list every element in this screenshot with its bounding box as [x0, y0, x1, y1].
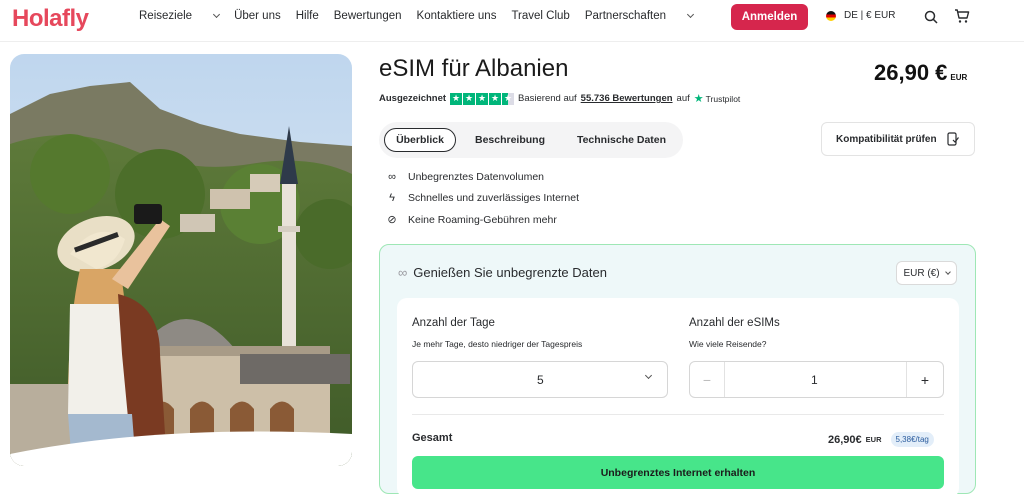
- nav-item-travel-club[interactable]: Travel Club: [511, 10, 569, 22]
- per-day-badge: 5,38€/tag: [890, 432, 934, 447]
- days-value: 5: [537, 373, 544, 387]
- rating-basis: Basierend auf: [518, 93, 577, 104]
- star-icon: ★: [489, 92, 502, 105]
- feature-text: Keine Roaming-Gebühren mehr: [408, 213, 557, 226]
- currency-value: EUR (€): [903, 267, 940, 279]
- reviews-link[interactable]: 55.736 Bewertungen: [581, 93, 673, 104]
- nav-item-ueber-uns[interactable]: Über uns: [234, 10, 281, 22]
- plan-options: Anzahl der Tage Je mehr Tage, desto nied…: [397, 298, 959, 498]
- star-icon: ★: [476, 92, 489, 105]
- plan-heading-text: Genießen Sie unbegrenzte Daten: [413, 265, 607, 280]
- days-label: Anzahl der Tage: [412, 317, 495, 329]
- nav-label: Reiseziele: [139, 10, 193, 22]
- increment-button[interactable]: +: [906, 362, 943, 397]
- total-currency: EUR: [865, 435, 882, 444]
- price-currency: EUR: [950, 73, 968, 82]
- language-selector[interactable]: DE | € EUR: [826, 10, 896, 21]
- phone-check-icon: [946, 132, 959, 146]
- tab-ueberblick[interactable]: Überblick: [384, 128, 456, 152]
- search-icon[interactable]: [924, 10, 938, 24]
- tab-technische-daten[interactable]: Technische Daten: [569, 128, 674, 152]
- trustpilot-rating: Ausgezeichnet ★ ★ ★ ★ ★ Basierend auf 55…: [379, 92, 740, 105]
- main-menu: Reiseziele Über uns Hilfe Bewertungen Ko…: [139, 10, 708, 22]
- trustpilot-logo[interactable]: ★ Trustpilot: [694, 92, 741, 105]
- nav-item-kontakt[interactable]: Kontaktiere uns: [417, 10, 497, 22]
- feature-item: ∞ Unbegrenztes Datenvolumen: [386, 171, 544, 183]
- total-price: 26,90€ EUR 5,38€/tag: [828, 432, 934, 447]
- albania-mosque-image: [10, 54, 352, 466]
- top-navigation: Holafly Reiseziele Über uns Hilfe Bewert…: [0, 0, 1024, 42]
- nav-label: Partnerschaften: [584, 10, 667, 22]
- cart-icon[interactable]: [954, 9, 970, 24]
- total-value: 26,90€: [828, 433, 862, 446]
- compat-label: Kompatibilität prüfen: [836, 133, 937, 145]
- star-rating: ★ ★ ★ ★ ★: [450, 92, 515, 105]
- days-sublabel: Je mehr Tage, desto niedriger der Tagesp…: [412, 339, 583, 349]
- rating-on: auf: [676, 93, 690, 104]
- nav-item-partnerschaften[interactable]: Partnerschaften: [584, 10, 695, 22]
- tab-beschreibung[interactable]: Beschreibung: [467, 128, 553, 152]
- chevron-down-icon: [686, 10, 695, 19]
- currency-select[interactable]: EUR (€): [896, 261, 957, 285]
- destination-photo: [10, 54, 352, 466]
- decrement-button[interactable]: −: [690, 362, 725, 397]
- half-star-icon: ★: [502, 92, 515, 105]
- days-dropdown[interactable]: 5: [412, 361, 668, 398]
- product-title: eSIM für Albanien: [379, 55, 569, 82]
- language-label: DE | € EUR: [844, 10, 896, 21]
- chevron-down-icon: [213, 10, 221, 19]
- infinity-icon: ∞: [398, 265, 408, 280]
- divider: [412, 414, 944, 415]
- esims-stepper: − 1 +: [689, 361, 944, 398]
- buy-button[interactable]: Unbegrenztes Internet erhalten: [412, 456, 944, 489]
- product-price: 26,90 € EUR: [874, 60, 967, 86]
- nav-item-bewertungen[interactable]: Bewertungen: [334, 10, 402, 22]
- star-icon: ★: [450, 92, 463, 105]
- nav-item-hilfe[interactable]: Hilfe: [296, 10, 319, 22]
- feature-text: Unbegrenztes Datenvolumen: [408, 171, 544, 183]
- plan-selector-card: ∞ Genießen Sie unbegrenzte Daten EUR (€)…: [379, 244, 976, 498]
- esims-label: Anzahl der eSIMs: [689, 317, 780, 329]
- holafly-logo[interactable]: Holafly: [12, 5, 89, 33]
- esims-sublabel: Wie viele Reisende?: [689, 339, 767, 349]
- chevron-down-icon: [644, 371, 653, 380]
- infinity-icon: ∞: [388, 171, 396, 183]
- plan-heading: ∞ Genießen Sie unbegrenzte Daten: [398, 265, 607, 280]
- login-button[interactable]: Anmelden: [731, 4, 808, 30]
- trustpilot-star-icon: ★: [693, 93, 704, 105]
- compatibility-check-button[interactable]: Kompatibilität prüfen: [821, 122, 975, 156]
- feature-text: Schnelles und zuverlässiges Internet: [408, 192, 580, 204]
- star-icon: ★: [463, 92, 476, 105]
- lightning-icon: ϟ: [389, 192, 395, 204]
- price-value: 26,90 €: [874, 60, 948, 85]
- esims-value[interactable]: 1: [811, 373, 818, 387]
- product-tabs: Überblick Beschreibung Technische Daten: [379, 122, 683, 158]
- feature-item: ⊘ Keine Roaming-Gebühren mehr: [386, 213, 557, 227]
- rating-label: Ausgezeichnet: [379, 93, 447, 104]
- total-label: Gesamt: [412, 432, 453, 444]
- no-roaming-icon: ⊘: [387, 214, 397, 226]
- germany-flag-icon: [826, 10, 836, 21]
- trustpilot-label: Trustpilot: [705, 93, 741, 104]
- chevron-down-icon: [944, 268, 951, 275]
- nav-item-reiseziele[interactable]: Reiseziele: [139, 10, 221, 22]
- feature-item: ϟ Schnelles und zuverlässiges Internet: [386, 192, 579, 204]
